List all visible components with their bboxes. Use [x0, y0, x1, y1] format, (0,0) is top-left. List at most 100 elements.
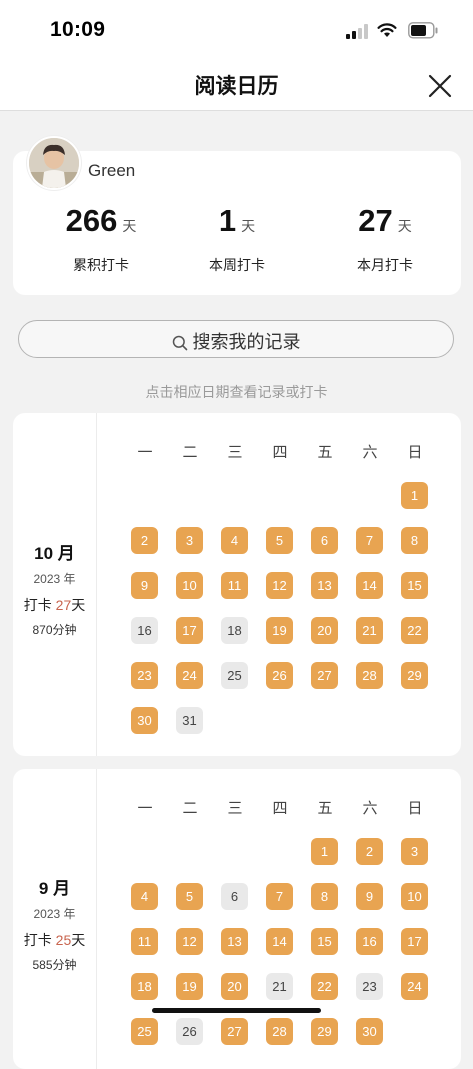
weekday-header: 五 — [317, 444, 333, 461]
calendar-day-checked[interactable]: 27 — [221, 1018, 248, 1045]
profile-card: Green 266 天 累积打卡 1天 本周打卡 27 天 本月打卡 — [13, 136, 461, 295]
stat-week-checkins: 1天 本周打卡 — [162, 203, 312, 275]
calendar-day-checked[interactable]: 20 — [311, 617, 338, 644]
stat-unit: 天 — [397, 218, 412, 234]
weekday-header: 六 — [362, 444, 378, 461]
username: Green — [88, 161, 136, 180]
weekday-header: 日 — [407, 800, 423, 817]
calendar-day-checked[interactable]: 19 — [266, 617, 293, 644]
calendar-day-checked[interactable]: 22 — [401, 617, 428, 644]
calendar-day-checked[interactable]: 26 — [266, 662, 293, 689]
calendar-day-checked[interactable]: 8 — [401, 527, 428, 554]
calendar-day-checked[interactable]: 4 — [221, 527, 248, 554]
calendar-day-checked[interactable]: 27 — [311, 662, 338, 689]
weekday-header: 二 — [182, 444, 198, 461]
calendar-day[interactable]: 31 — [176, 707, 203, 734]
calendar-day-checked[interactable]: 22 — [311, 973, 338, 1000]
calendar-day-checked[interactable]: 11 — [221, 572, 248, 599]
calendar-day-checked[interactable]: 19 — [176, 973, 203, 1000]
stat-value: 27 — [358, 203, 393, 238]
calendar-day-checked[interactable]: 25 — [131, 1018, 158, 1045]
status-bar: 10:09 — [0, 0, 473, 60]
stat-unit: 天 — [122, 218, 137, 234]
stat-unit: 天 — [241, 218, 256, 234]
calendar-day-checked[interactable]: 3 — [176, 527, 203, 554]
calendar-day-checked[interactable]: 23 — [131, 662, 158, 689]
calendar-day-checked[interactable]: 14 — [266, 928, 293, 955]
weekday-header: 四 — [272, 800, 288, 817]
weekday-header: 六 — [362, 800, 378, 817]
stat-label: 本月打卡 — [357, 257, 413, 273]
calendar-day-checked[interactable]: 13 — [221, 928, 248, 955]
avatar-photo — [29, 138, 79, 188]
calendar-day-checked[interactable]: 10 — [401, 883, 428, 910]
calendar-day-checked[interactable]: 12 — [176, 928, 203, 955]
month-year: 2023 年 — [33, 907, 76, 921]
calendar-day-checked[interactable]: 17 — [176, 617, 203, 644]
calendar-day[interactable]: 25 — [221, 662, 248, 689]
calendar-day-checked[interactable]: 29 — [311, 1018, 338, 1045]
calendar-day-checked[interactable]: 18 — [131, 973, 158, 1000]
search-icon — [172, 335, 187, 351]
calendar-day-checked[interactable]: 13 — [311, 572, 338, 599]
month-card-september: 9 月 2023 年 打卡 25天 585分钟 一二三四五六日123456789… — [13, 769, 461, 1069]
status-time: 10:09 — [50, 18, 106, 41]
search-input[interactable]: 搜索我的记录 — [18, 320, 454, 358]
calendar-day-checked[interactable]: 7 — [356, 527, 383, 554]
calendar-day-checked[interactable]: 9 — [356, 883, 383, 910]
calendar-day-checked[interactable]: 10 — [176, 572, 203, 599]
close-icon[interactable] — [424, 70, 456, 102]
calendar-day[interactable]: 23 — [356, 973, 383, 1000]
calendar-day-checked[interactable]: 17 — [401, 928, 428, 955]
calendar-day[interactable]: 26 — [176, 1018, 203, 1045]
weekday-header: 三 — [227, 800, 243, 817]
stat-label: 累积打卡 — [73, 257, 129, 273]
cellular-signal-icon — [346, 24, 370, 39]
calendar-day-checked[interactable]: 24 — [401, 973, 428, 1000]
stat-value: 266 — [65, 203, 118, 238]
calendar-day-checked[interactable]: 8 — [311, 883, 338, 910]
calendar-day-checked[interactable]: 15 — [401, 572, 428, 599]
calendar-day-checked[interactable]: 30 — [131, 707, 158, 734]
avatar[interactable] — [27, 136, 81, 190]
weekday-header: 日 — [407, 444, 423, 461]
calendar-day-checked[interactable]: 14 — [356, 572, 383, 599]
calendar-day-checked[interactable]: 20 — [221, 973, 248, 1000]
calendar-day[interactable]: 6 — [221, 883, 248, 910]
calendar-day-checked[interactable]: 29 — [401, 662, 428, 689]
calendar-day-checked[interactable]: 5 — [266, 527, 293, 554]
calendar-day[interactable]: 18 — [221, 617, 248, 644]
calendar-day-checked[interactable]: 12 — [266, 572, 293, 599]
calendar-day-checked[interactable]: 24 — [176, 662, 203, 689]
calendar-day-checked[interactable]: 9 — [131, 572, 158, 599]
calendar-day-checked[interactable]: 21 — [356, 617, 383, 644]
weekday-header: 二 — [182, 800, 198, 817]
month-summary: 9 月 2023 年 打卡 25天 585分钟 — [13, 769, 97, 1069]
calendar-day-checked[interactable]: 1 — [401, 482, 428, 509]
calendar-day[interactable]: 21 — [266, 973, 293, 1000]
calendar-day-checked[interactable]: 5 — [176, 883, 203, 910]
calendar-day-checked[interactable]: 30 — [356, 1018, 383, 1045]
stat-value: 1 — [218, 203, 237, 238]
calendar-day-checked[interactable]: 11 — [131, 928, 158, 955]
calendar-day-checked[interactable]: 3 — [401, 838, 428, 865]
calendar-day-checked[interactable]: 1 — [311, 838, 338, 865]
calendar-day-checked[interactable]: 6 — [311, 527, 338, 554]
calendar-day[interactable]: 16 — [131, 617, 158, 644]
calendar-day-checked[interactable]: 16 — [356, 928, 383, 955]
page-title: 阅读日历 — [194, 75, 279, 98]
month-minutes: 585分钟 — [32, 958, 77, 972]
calendar-day-checked[interactable]: 2 — [356, 838, 383, 865]
calendar-day-checked[interactable]: 15 — [311, 928, 338, 955]
calendar-day-checked[interactable]: 28 — [356, 662, 383, 689]
month-card-october: 10 月 2023 年 打卡 27天 870分钟 一二三四五六日12345678… — [13, 413, 461, 756]
calendar-day-checked[interactable]: 4 — [131, 883, 158, 910]
month-summary: 10 月 2023 年 打卡 27天 870分钟 — [13, 413, 97, 756]
weekday-header: 五 — [317, 800, 333, 817]
weekday-header: 三 — [227, 444, 243, 461]
calendar-day-checked[interactable]: 7 — [266, 883, 293, 910]
hint-text: 点击相应日期查看记录或打卡 — [145, 384, 328, 400]
calendar-day-checked[interactable]: 28 — [266, 1018, 293, 1045]
calendar-day-checked[interactable]: 2 — [131, 527, 158, 554]
wifi-icon — [377, 23, 397, 37]
